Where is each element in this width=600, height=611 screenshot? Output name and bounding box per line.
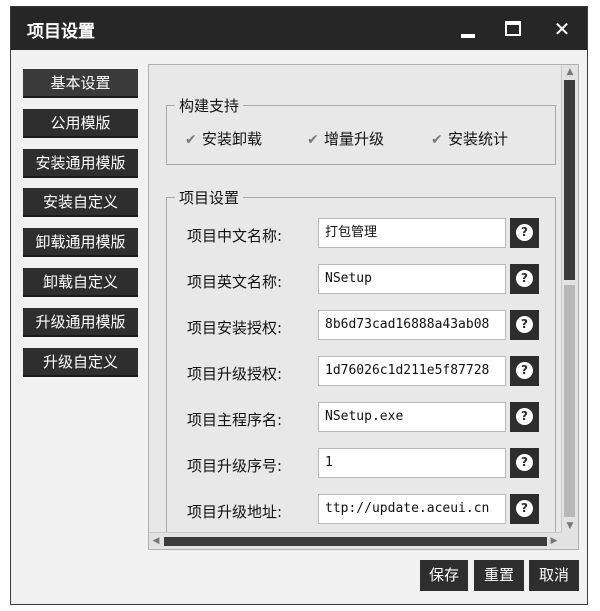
sidebar-item-install-custom[interactable]: 安装自定义 [23,188,138,218]
main-program-row: 项目主程序名: NSetup.exe ? [167,402,555,434]
scroll-up-icon[interactable]: ▲ [562,65,578,79]
incremental-upgrade-label: 增量升级 [324,130,385,148]
project-settings-group: 项目设置 项目中文名称: 打包管理 ? 项目英文名称: NSetup ? 项目安… [166,187,556,533]
sidebar-item-uninstall-custom[interactable]: 卸载自定义 [23,267,138,297]
minimize-icon[interactable] [455,17,481,41]
checkmark-icon: ✔ [431,132,443,148]
help-icon[interactable]: ? [510,310,539,340]
main-program-field[interactable]: NSetup.exe [318,402,506,432]
checkmark-icon: ✔ [307,132,319,148]
scroll-left-icon[interactable]: ◀ [149,534,163,549]
settings-scroll-content: 构建支持 ✔ 安装卸载 ✔ 增量升级 ✔ 安装统计 项目设置 项目中文名称: 打包管理… [149,65,561,533]
project-settings-legend: 项目设置 [179,189,240,207]
project-english-name-field[interactable]: NSetup [318,264,506,294]
help-icon[interactable]: ? [510,218,539,248]
sidebar-item-install-common-templates[interactable]: 安装通用模版 [23,148,138,178]
project-settings-window: 项目设置 ✕ 基本设置 公用模版 安装通用模版 安装自定义 卸载通用模版 卸载自… [10,6,588,605]
window-title: 项目设置 [27,22,95,42]
project-chinese-name-field[interactable]: 打包管理 [318,218,506,248]
install-statistics-label: 安装统计 [448,130,509,148]
upgrade-url-field[interactable]: ttp://update.aceui.cn [318,494,506,524]
maximize-icon[interactable] [500,17,526,41]
save-button[interactable]: 保存 [420,560,468,591]
install-license-row: 项目安装授权: 8b6d73cad16888a43ab08 ? [167,310,555,342]
field-label: 项目主程序名: [187,411,283,429]
install-license-field[interactable]: 8b6d73cad16888a43ab08 [318,310,506,340]
cancel-button[interactable]: 取消 [529,560,579,591]
field-label: 项目升级地址: [187,503,283,521]
field-label: 项目安装授权: [187,319,283,337]
upgrade-serial-row: 项目升级序号: 1 ? [167,448,555,480]
scroll-corner [561,532,578,549]
sidebar-item-common-templates[interactable]: 公用模版 [23,108,138,138]
help-icon[interactable]: ? [510,356,539,386]
close-icon[interactable]: ✕ [549,17,575,41]
vertical-scrollbar[interactable]: ▲ ▼ [561,65,578,533]
scroll-down-icon[interactable]: ▼ [562,519,578,533]
project-chinese-name-row: 项目中文名称: 打包管理 ? [167,218,555,250]
help-icon[interactable]: ? [510,448,539,478]
install-statistics-checkbox[interactable]: ✔ 安装统计 [431,128,508,149]
install-uninstall-checkbox[interactable]: ✔ 安装卸载 [185,128,262,149]
field-label: 项目升级授权: [187,365,283,383]
scroll-right-icon[interactable]: ▶ [547,534,561,549]
upgrade-license-row: 项目升级授权: 1d76026c1d211e5f87728 ? [167,356,555,388]
reset-button[interactable]: 重置 [474,560,524,591]
checkmark-icon: ✔ [185,132,197,148]
field-label: 项目中文名称: [187,227,283,245]
upgrade-url-row: 项目升级地址: ttp://update.aceui.cn ? [167,494,555,526]
settings-panel: 构建支持 ✔ 安装卸载 ✔ 增量升级 ✔ 安装统计 项目设置 项目中文名称: 打包管理… [148,64,579,550]
build-support-legend: 构建支持 [179,97,240,115]
sidebar-item-basic-settings[interactable]: 基本设置 [23,69,138,98]
horizontal-scrollbar[interactable]: ◀ ▶ [149,532,561,549]
sidebar-item-uninstall-common-templates[interactable]: 卸载通用模版 [23,228,138,258]
field-label: 项目升级序号: [187,457,283,475]
build-support-group: 构建支持 ✔ 安装卸载 ✔ 增量升级 ✔ 安装统计 [166,95,556,165]
title-bar[interactable]: 项目设置 ✕ [11,7,587,50]
sidebar-item-upgrade-custom[interactable]: 升级自定义 [23,347,138,377]
incremental-upgrade-checkbox[interactable]: ✔ 增量升级 [307,128,384,149]
project-english-name-row: 项目英文名称: NSetup ? [167,264,555,296]
upgrade-serial-field[interactable]: 1 [318,448,506,478]
horizontal-scroll-thumb[interactable] [164,537,547,546]
vertical-scroll-thumb[interactable] [564,80,575,280]
vertical-scroll-track[interactable] [564,285,575,517]
install-uninstall-label: 安装卸载 [202,130,263,148]
field-label: 项目英文名称: [187,273,283,291]
upgrade-license-field[interactable]: 1d76026c1d211e5f87728 [318,356,506,386]
help-icon[interactable]: ? [510,494,539,524]
help-icon[interactable]: ? [510,264,539,294]
sidebar-nav: 基本设置 公用模版 安装通用模版 安装自定义 卸载通用模版 卸载自定义 升级通用… [23,69,141,387]
help-icon[interactable]: ? [510,402,539,432]
sidebar-item-upgrade-common-templates[interactable]: 升级通用模版 [23,307,138,337]
